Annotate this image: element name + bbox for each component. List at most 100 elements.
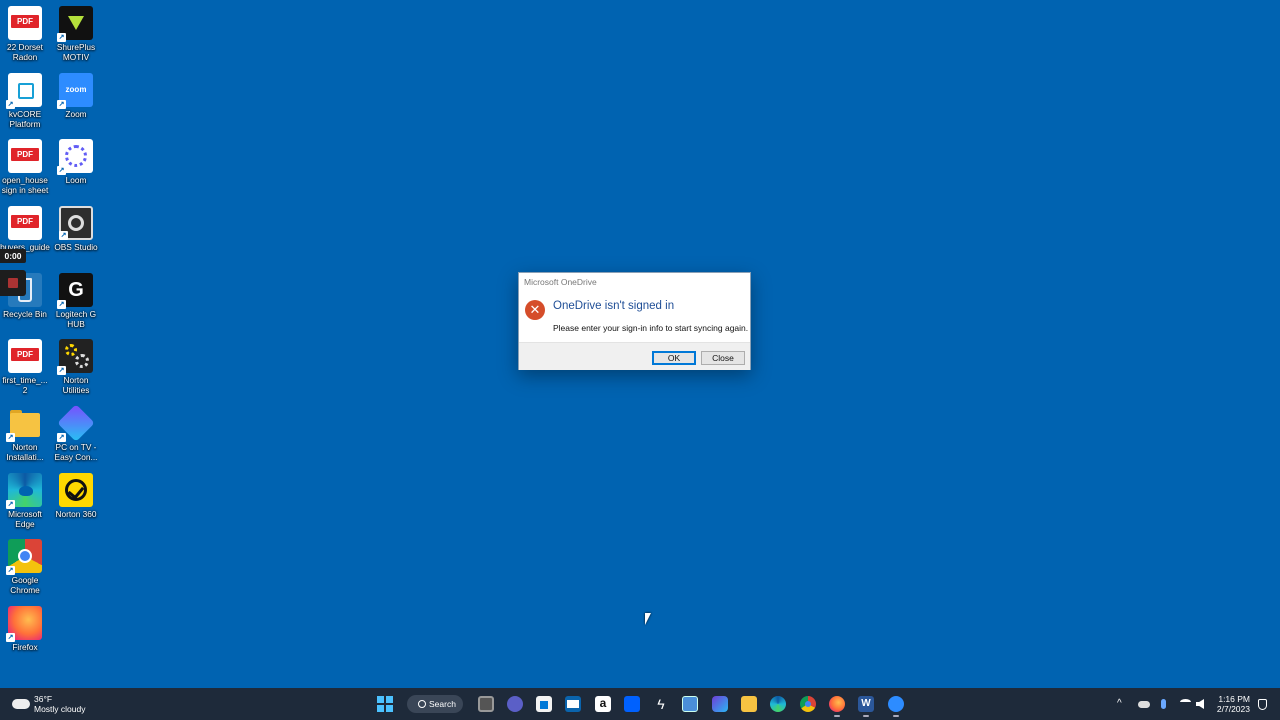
running-indicator [893, 715, 899, 717]
edge-icon[interactable] [770, 696, 786, 712]
desktop-icon-pc-on-tv[interactable]: ↗ PC on TV - Easy Con... [51, 402, 101, 462]
desktop-icon-label: Logitech G HUB [55, 309, 97, 329]
pc-on-tv-icon: ↗ [57, 404, 95, 442]
desktop-icon-label: OBS Studio [54, 242, 98, 252]
obs-icon: ↗ [59, 206, 93, 240]
stop-icon [8, 278, 18, 288]
lightning-app-icon[interactable]: ϟ [653, 696, 669, 712]
desktop-icon-microsoft-edge[interactable]: ↗ Microsoft Edge [0, 469, 50, 529]
zoom-icon: zoom ↗ [57, 73, 93, 109]
running-indicator [834, 715, 840, 717]
desktop-icon-buyers-guide[interactable]: PDF buyers_guide [0, 202, 50, 252]
dialog-footer: OK Close [519, 342, 750, 370]
desktop-icon-firefox[interactable]: ↗ Firefox [0, 602, 50, 652]
desktop-icon-label: Firefox [12, 642, 38, 652]
word-letter: W [861, 698, 871, 709]
dialog-heading: OneDrive isn't signed in [553, 300, 675, 312]
desktop-icon-label: 22 Dorset Radon [7, 42, 43, 62]
desktop-icon-label: Microsoft Edge [8, 509, 42, 529]
amazon-letter: a [599, 696, 607, 710]
volume-icon[interactable] [1196, 699, 1204, 709]
chrome-icon[interactable] [800, 696, 816, 712]
start-button[interactable] [377, 696, 393, 712]
desktop-icon-google-chrome[interactable]: ↗ Google Chrome [0, 535, 50, 595]
pdf-tag: PDF [11, 148, 39, 161]
search-icon [418, 700, 426, 708]
norton-utilities-icon: ↗ [57, 339, 93, 375]
recording-stop-button[interactable] [0, 270, 26, 296]
desktop-icon-22-dorset-radon[interactable]: PDF 22 Dorset Radon [0, 2, 50, 62]
pdf-file-icon: PDF [8, 139, 42, 173]
firefox-icon: ↗ [6, 606, 42, 642]
show-hidden-icons-chevron-icon[interactable]: ^ [1117, 699, 1127, 709]
desktop-icon-open-house[interactable]: PDF open_house sign in sheet [0, 135, 50, 195]
running-indicator [863, 715, 869, 717]
dialog-body: ✕ OneDrive isn't signed in Please enter … [519, 292, 750, 342]
dropbox-icon[interactable] [624, 696, 640, 712]
desktop-icon-label: Norton Utilities [62, 375, 90, 395]
desktop: PDF 22 Dorset Radon ↗ kvCORE Platform PD… [0, 0, 1280, 688]
desktop-icon-label: first_time_... 2 [2, 375, 48, 395]
wifi-icon[interactable] [1180, 699, 1191, 705]
microsoft-store-icon[interactable] [536, 696, 552, 712]
pdf-tag: PDF [11, 215, 39, 228]
clock[interactable]: 1:16 PM 2/7/2023 [1208, 694, 1250, 714]
shureplus-icon: ↗ [57, 6, 93, 42]
file-explorer-icon[interactable] [741, 696, 757, 712]
notification-bell-icon[interactable] [1258, 699, 1267, 710]
cloud-icon [12, 699, 30, 709]
folder-icon: ↗ [6, 406, 42, 442]
kvcore-icon: ↗ [6, 73, 42, 109]
pdf-file-icon: PDF [8, 6, 42, 40]
desktop-icon-first-time[interactable]: PDF first_time_... 2 [0, 335, 50, 395]
onedrive-dialog: Microsoft OneDrive ✕ OneDrive isn't sign… [518, 272, 751, 370]
video-app-icon[interactable] [712, 696, 728, 712]
edge-icon: ↗ [6, 473, 42, 509]
taskbar: 36°F Mostly cloudy Search a ϟ W ^ 1:16 P… [0, 688, 1280, 720]
desktop-icon-label: PC on TV - Easy Con... [54, 442, 98, 462]
pdf-tag: PDF [11, 15, 39, 28]
desktop-icon-label: Norton 360 [55, 509, 97, 519]
search-button[interactable]: Search [407, 695, 463, 713]
firefox-icon[interactable] [829, 696, 845, 712]
photos-icon[interactable] [682, 696, 698, 712]
desktop-icon-loom[interactable]: ↗ Loom [51, 135, 101, 185]
desktop-icon-kvcore[interactable]: ↗ kvCORE Platform [0, 69, 50, 129]
pdf-file-icon: PDF [8, 339, 42, 373]
search-label: Search [429, 699, 456, 709]
amazon-icon[interactable]: a [595, 696, 611, 712]
desktop-icon-label: kvCORE Platform [8, 109, 42, 129]
weather-temp: 36°F [34, 694, 53, 704]
ok-button[interactable]: OK [652, 351, 696, 365]
mail-icon[interactable] [565, 696, 581, 712]
desktop-icon-norton-360[interactable]: Norton 360 [51, 469, 101, 519]
zoom-wordmark: zoom [65, 85, 87, 94]
chrome-icon: ↗ [6, 539, 42, 575]
recording-timer: 0:00 [0, 249, 26, 263]
norton-360-icon [59, 473, 93, 507]
clock-time: 1:16 PM [1218, 694, 1250, 704]
onedrive-cloud-icon[interactable] [1138, 701, 1150, 708]
zoom-icon[interactable] [888, 696, 904, 712]
logitech-ghub-icon: G ↗ [57, 273, 93, 309]
dialog-title: Microsoft OneDrive [519, 273, 750, 292]
desktop-icon-zoom[interactable]: zoom ↗ Zoom [51, 69, 101, 119]
close-button[interactable]: Close [701, 351, 745, 365]
desktop-icon-norton-installation[interactable]: ↗ Norton Installati... [0, 402, 50, 462]
teams-chat-icon[interactable] [507, 696, 523, 712]
pdf-tag: PDF [11, 348, 39, 361]
error-icon: ✕ [525, 300, 545, 320]
word-icon[interactable]: W [858, 696, 874, 712]
desktop-icon-label: Loom [65, 175, 87, 185]
microphone-icon[interactable] [1161, 699, 1166, 709]
mouse-cursor-icon [645, 613, 651, 625]
desktop-icon-logitech-g-hub[interactable]: G ↗ Logitech G HUB [51, 269, 101, 329]
desktop-icon-norton-utilities[interactable]: ↗ Norton Utilities [51, 335, 101, 395]
loom-icon: ↗ [57, 139, 93, 175]
dialog-message: Please enter your sign-in info to start … [553, 323, 749, 333]
desktop-icon-shureplus-motiv[interactable]: ↗ ShurePlus MOTIV [51, 2, 101, 62]
desktop-icon-label: Zoom [65, 109, 87, 119]
desktop-icon-label: Recycle Bin [3, 309, 47, 319]
task-view-icon[interactable] [478, 696, 494, 712]
desktop-icon-obs-studio[interactable]: ↗ OBS Studio [51, 202, 101, 252]
